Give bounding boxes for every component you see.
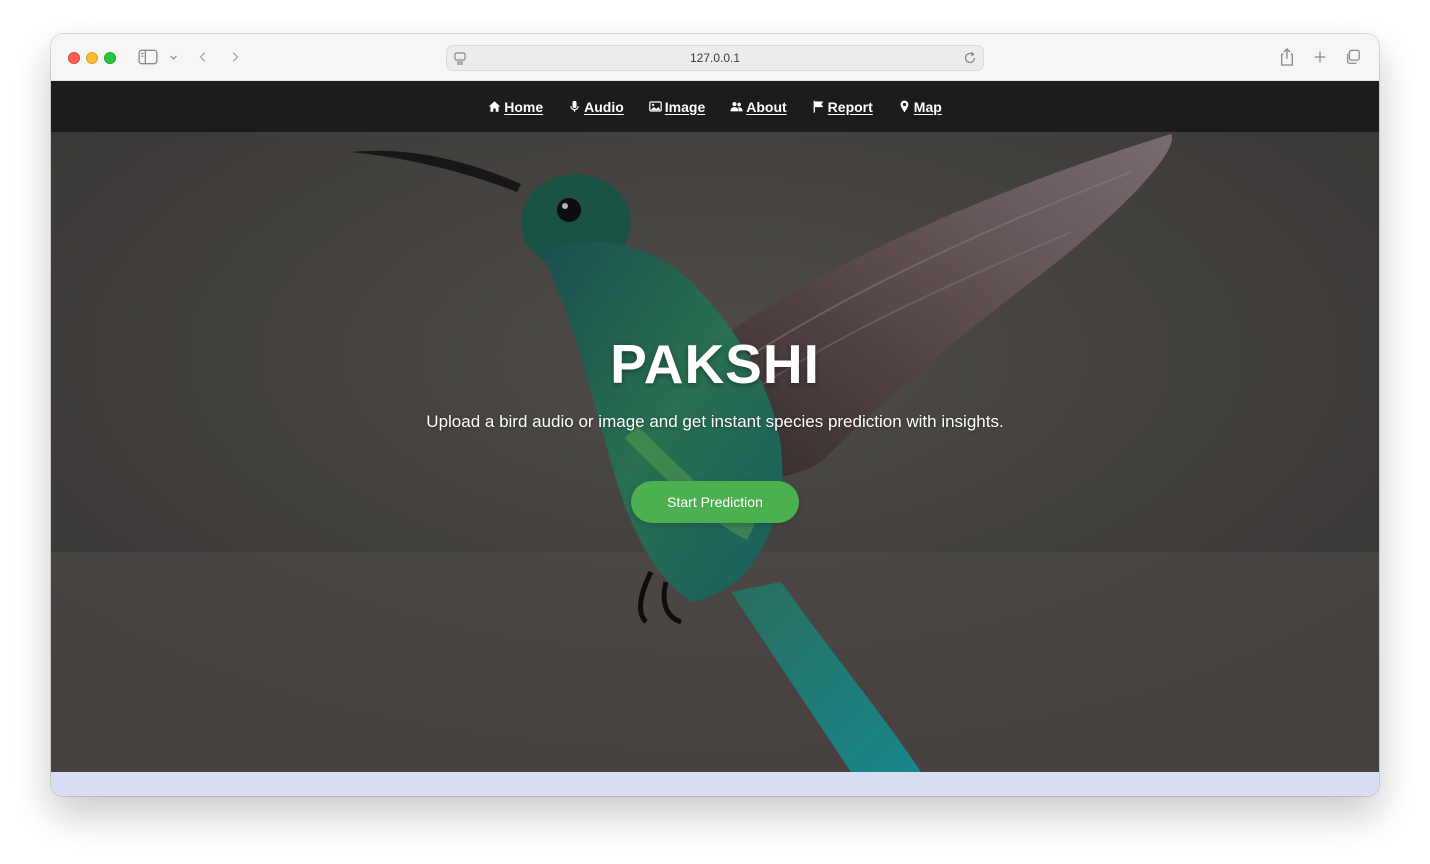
image-icon <box>648 101 662 112</box>
share-icon[interactable] <box>1278 46 1296 68</box>
nav-map-label: Map <box>913 98 942 115</box>
nav-image-link[interactable]: Image <box>648 98 706 115</box>
nav-audio-link[interactable]: Audio <box>568 99 624 115</box>
start-prediction-button[interactable]: Start Prediction <box>631 481 799 523</box>
nav-image-label: Image <box>664 98 706 115</box>
address-bar[interactable]: 127.0.0.1 <box>446 45 984 71</box>
home-icon <box>489 101 501 112</box>
nav-report-label: Report <box>827 98 873 115</box>
nav-home-label: Home <box>504 98 544 115</box>
nav-audio-label: Audio <box>584 98 624 115</box>
browser-toolbar: 127.0.0.1 <box>51 34 1379 81</box>
hero-section: PAKSHI Upload a bird audio or image and … <box>51 132 1379 772</box>
address-text: 127.0.0.1 <box>689 51 741 65</box>
maximize-window-button[interactable] <box>104 52 116 64</box>
map-pin-icon <box>900 100 909 113</box>
nav-home-link[interactable]: Home <box>488 99 543 115</box>
tabs-icon[interactable] <box>1344 48 1362 66</box>
chevron-down-icon[interactable] <box>167 50 179 64</box>
close-window-button[interactable] <box>68 52 80 64</box>
hero-subtitle: Upload a bird audio or image and get ins… <box>426 412 1004 431</box>
back-icon[interactable] <box>195 47 211 67</box>
browser-window: 127.0.0.1 Home Audio Image About Report … <box>51 34 1379 796</box>
microphone-icon <box>570 100 579 112</box>
nav-about-label: About <box>746 98 787 115</box>
hero-title: PAKSHI <box>610 333 820 395</box>
site-nav: Home Audio Image About Report Map <box>51 81 1379 132</box>
nav-report-link[interactable]: Report <box>812 99 873 115</box>
reload-icon[interactable] <box>963 51 977 65</box>
nav-map-link[interactable]: Map <box>898 99 942 115</box>
page-bottom-strip <box>51 772 1379 796</box>
plus-icon[interactable] <box>1311 48 1329 66</box>
hero-overlay <box>51 132 1379 772</box>
minimize-window-button[interactable] <box>86 52 98 64</box>
users-icon <box>730 101 743 112</box>
forward-icon[interactable] <box>227 47 243 67</box>
nav-about-link[interactable]: About <box>730 98 787 115</box>
sidebar-icon[interactable] <box>137 48 159 66</box>
flag-icon <box>813 100 824 113</box>
